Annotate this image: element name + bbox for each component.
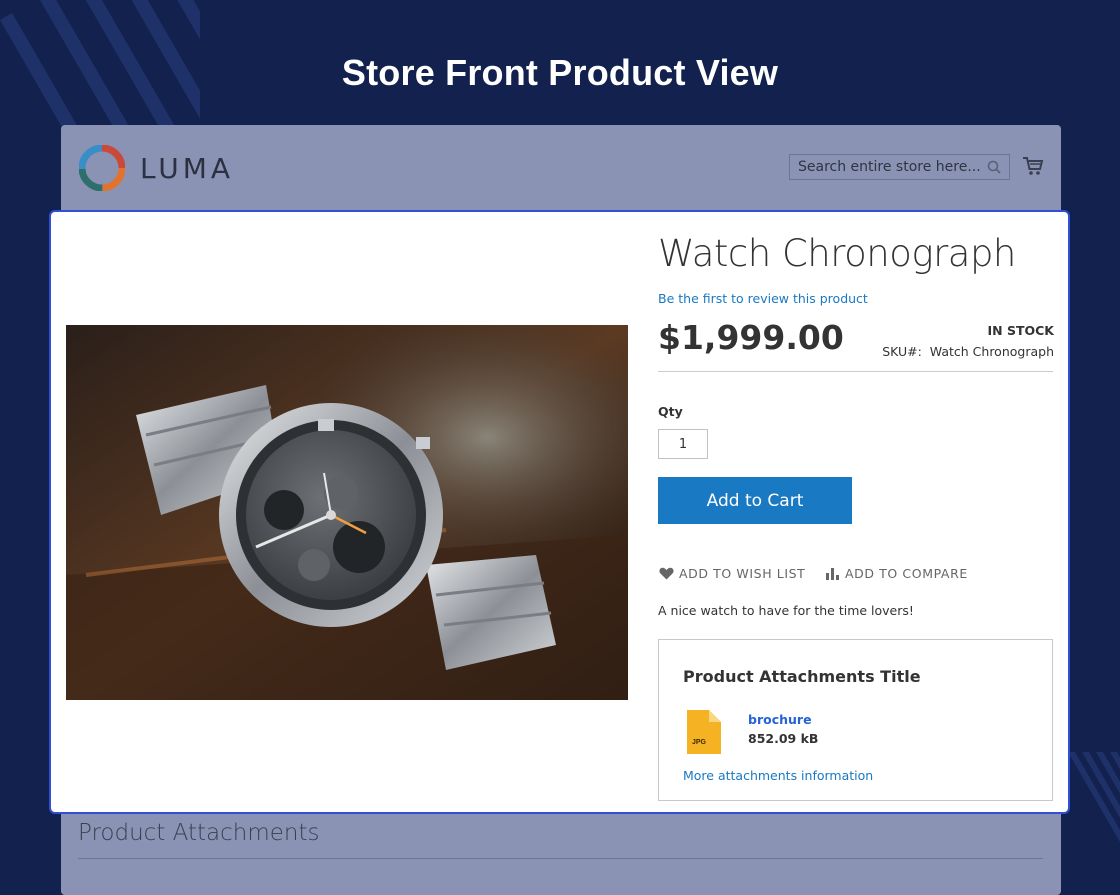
sku-value: Watch Chronograph (929, 344, 1054, 359)
product-description: A nice watch to have for the time lovers… (658, 603, 914, 618)
price-divider (658, 371, 1053, 372)
review-link[interactable]: Be the first to review this product (658, 291, 868, 306)
search-icon[interactable] (987, 160, 1001, 174)
section-divider (78, 858, 1043, 859)
attachment-file-link[interactable]: brochure (748, 712, 812, 727)
sku-line: SKU#: Watch Chronograph (882, 344, 1054, 359)
file-type-label: JPG (692, 739, 707, 746)
attachment-file-size: 852.09 kB (748, 731, 819, 746)
bar-chart-icon (826, 568, 839, 580)
wishlist-label: ADD TO WISH LIST (679, 566, 806, 581)
heart-icon (659, 567, 674, 580)
more-attachments-link[interactable]: More attachments information (683, 768, 873, 783)
sku-label: SKU#: (882, 344, 922, 359)
search-input[interactable] (790, 155, 996, 179)
add-to-wishlist-link[interactable]: ADD TO WISH LIST (659, 566, 805, 581)
stock-status: IN STOCK (987, 323, 1054, 338)
product-price: $1,999.00 (658, 318, 844, 357)
qty-input[interactable] (658, 429, 708, 459)
attachments-title: Product Attachments Title (683, 667, 921, 686)
add-to-compare-link[interactable]: ADD TO COMPARE (825, 566, 968, 581)
compare-label: ADD TO COMPARE (845, 566, 968, 581)
search-box[interactable] (789, 154, 1010, 180)
product-name: Watch Chronograph (658, 232, 1016, 275)
product-image[interactable] (66, 325, 628, 700)
qty-label: Qty (658, 404, 683, 419)
logo-text[interactable]: LUMA (140, 152, 234, 185)
add-to-cart-button[interactable]: Add to Cart (658, 477, 852, 524)
luma-logo-icon[interactable] (79, 145, 125, 191)
product-attachments-section-heading: Product Attachments (78, 820, 320, 846)
page-heading: Store Front Product View (341, 52, 779, 93)
attachments-box: Product Attachments Title JPG brochure 8… (658, 639, 1053, 801)
jpg-file-icon[interactable]: JPG (687, 710, 721, 754)
shopping-cart-icon[interactable] (1022, 155, 1044, 177)
